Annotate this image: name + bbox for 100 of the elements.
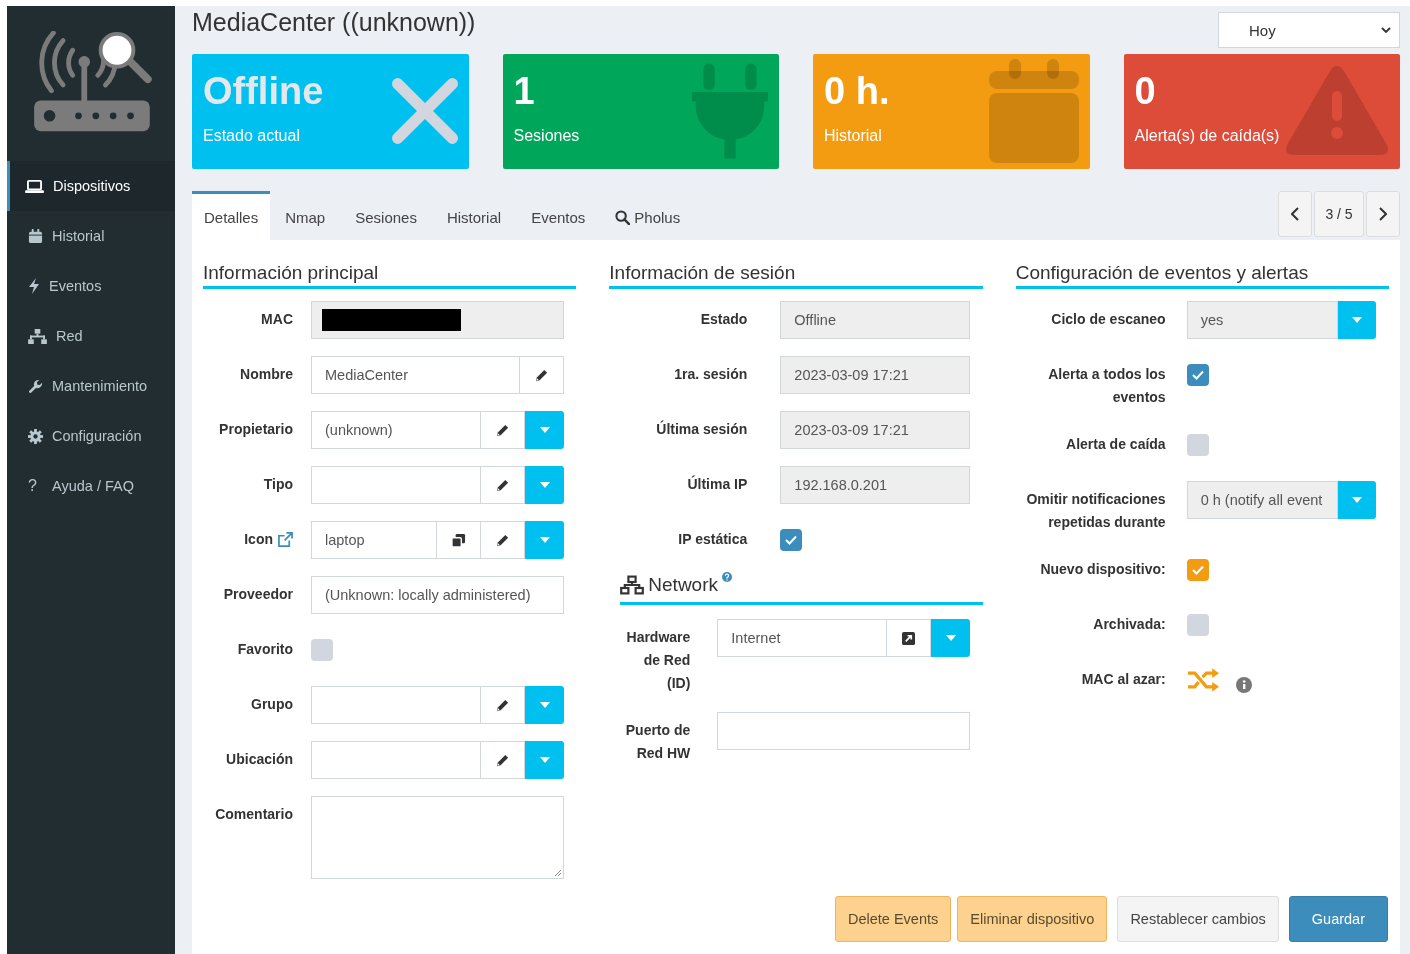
select-field[interactable]: 0 h (notify all event <box>1186 481 1338 519</box>
tab[interactable]: Pholus <box>600 191 696 240</box>
sidebar-item[interactable]: Historial <box>7 211 175 261</box>
sidebar-item[interactable]: Red <box>7 311 175 361</box>
field-label: Omitir notificaciones repetidas durante <box>1025 490 1166 532</box>
caret-icon <box>1351 317 1362 323</box>
chevron-right-icon <box>1379 207 1387 221</box>
action-button[interactable]: Eliminar dispositivo <box>957 896 1108 942</box>
calendar-icon <box>28 228 43 244</box>
external-link-icon[interactable] <box>278 532 293 547</box>
external-link-icon <box>902 631 916 645</box>
field-label: Propietario <box>219 420 293 439</box>
section-title: Configuración de eventos y alertas <box>1015 260 1389 289</box>
page-title: MediaCenter ((unknown)) <box>192 8 476 37</box>
close-icon <box>391 78 458 145</box>
open-button[interactable] <box>887 619 932 657</box>
tab[interactable]: Detalles <box>192 191 271 240</box>
input-field[interactable]: laptop <box>311 521 437 559</box>
input-field[interactable] <box>311 741 481 779</box>
calendar-icon <box>988 59 1079 164</box>
input-field[interactable]: (unknown) <box>311 411 481 449</box>
action-button[interactable]: Guardar <box>1288 896 1388 942</box>
checkbox[interactable] <box>1186 614 1209 636</box>
network-icon <box>28 328 47 344</box>
stat-label: Sesiones <box>513 126 580 145</box>
period-select[interactable]: Hoy <box>1218 12 1400 48</box>
sidebar-item[interactable]: Eventos <box>7 261 175 311</box>
field-label: Tipo <box>263 475 293 494</box>
action-button[interactable]: Restablecer cambios <box>1117 896 1279 942</box>
tab[interactable]: Historial <box>431 191 517 240</box>
edit-button[interactable] <box>481 411 525 449</box>
stat-label: Estado actual <box>203 126 301 145</box>
checkmark-icon <box>785 535 798 545</box>
field-label: Archivada: <box>1093 615 1166 634</box>
sidebar-item[interactable]: Configuración <box>7 411 175 461</box>
field-label: Grupo <box>251 695 293 714</box>
pencil-icon <box>495 422 510 438</box>
caret-icon <box>539 702 550 708</box>
copy-button[interactable] <box>437 521 481 559</box>
shuffle-icon <box>1186 668 1220 692</box>
chevron-down-icon <box>1381 27 1391 33</box>
checkbox[interactable] <box>311 639 333 661</box>
input-field[interactable]: Internet <box>717 619 888 657</box>
checkbox[interactable] <box>1186 434 1209 456</box>
next-button[interactable] <box>1366 191 1400 237</box>
checkbox[interactable] <box>1186 364 1209 386</box>
input-field[interactable] <box>311 466 481 504</box>
chevron-left-icon <box>1291 207 1299 221</box>
checkbox[interactable] <box>1186 559 1209 581</box>
copy-icon <box>451 532 466 548</box>
edit-button[interactable] <box>481 686 525 724</box>
previous-button[interactable] <box>1278 191 1312 237</box>
warning-icon <box>1285 65 1389 158</box>
pencil-icon <box>495 752 510 768</box>
tab[interactable]: Eventos <box>516 191 601 240</box>
edit-button[interactable] <box>481 741 525 779</box>
edit-button[interactable] <box>481 466 525 504</box>
tab[interactable]: Sesiones <box>340 191 432 240</box>
caret-icon <box>539 427 550 433</box>
comment-field[interactable] <box>311 796 564 879</box>
subsection-title: Network <box>648 574 718 596</box>
dropdown-button[interactable] <box>1337 481 1376 519</box>
field-label: Ubicación <box>226 750 293 769</box>
sidebar-item[interactable]: Dispositivos <box>7 161 175 211</box>
field-label: Proveedor <box>223 585 293 604</box>
field-label: IP estática <box>678 530 748 549</box>
caret-icon <box>539 537 550 543</box>
edit-button[interactable] <box>520 356 564 394</box>
stat-value: 0 h. <box>824 69 890 113</box>
input-field[interactable] <box>717 712 971 750</box>
checkbox[interactable] <box>780 529 803 551</box>
info-icon[interactable] <box>1235 677 1252 693</box>
tab[interactable]: Nmap <box>270 191 341 240</box>
field-label: Última sesión <box>656 419 748 439</box>
caret-icon <box>1351 497 1362 503</box>
input-field[interactable]: (Unknown: locally administered) <box>311 576 564 614</box>
page-indicator: 3 / 5 <box>1314 191 1364 237</box>
action-button[interactable]: Delete Events <box>835 896 952 942</box>
input-field[interactable] <box>311 686 481 724</box>
wrench-icon <box>28 378 43 394</box>
field-label: Comentario <box>215 805 293 824</box>
field-label: Alerta de caída <box>1066 435 1166 454</box>
field-label: Icon <box>244 530 273 549</box>
stat-label: Alerta(s) de caída(s) <box>1134 126 1280 145</box>
field-label: Nuevo dispositivo: <box>1040 560 1166 579</box>
pencil-icon <box>495 532 510 548</box>
readonly-field: 2023-03-09 17:21 <box>780 356 971 394</box>
laptop-icon <box>25 178 44 194</box>
dropdown-button[interactable] <box>1337 301 1376 339</box>
pencil-icon <box>495 697 510 713</box>
readonly-field: 192.168.0.201 <box>780 466 971 504</box>
field-label: Estado <box>700 310 748 329</box>
edit-button[interactable] <box>481 521 525 559</box>
sidebar-item[interactable]: ? Ayuda / FAQ <box>7 461 175 511</box>
select-field[interactable]: yes <box>1186 301 1338 339</box>
input-field[interactable]: MediaCenter <box>311 356 520 394</box>
checkmark-icon <box>1191 370 1204 380</box>
sidebar-item[interactable]: Mantenimiento <box>7 361 175 411</box>
field-label: Alerta a todos los eventos <box>1047 365 1166 407</box>
pencil-icon <box>495 477 510 493</box>
